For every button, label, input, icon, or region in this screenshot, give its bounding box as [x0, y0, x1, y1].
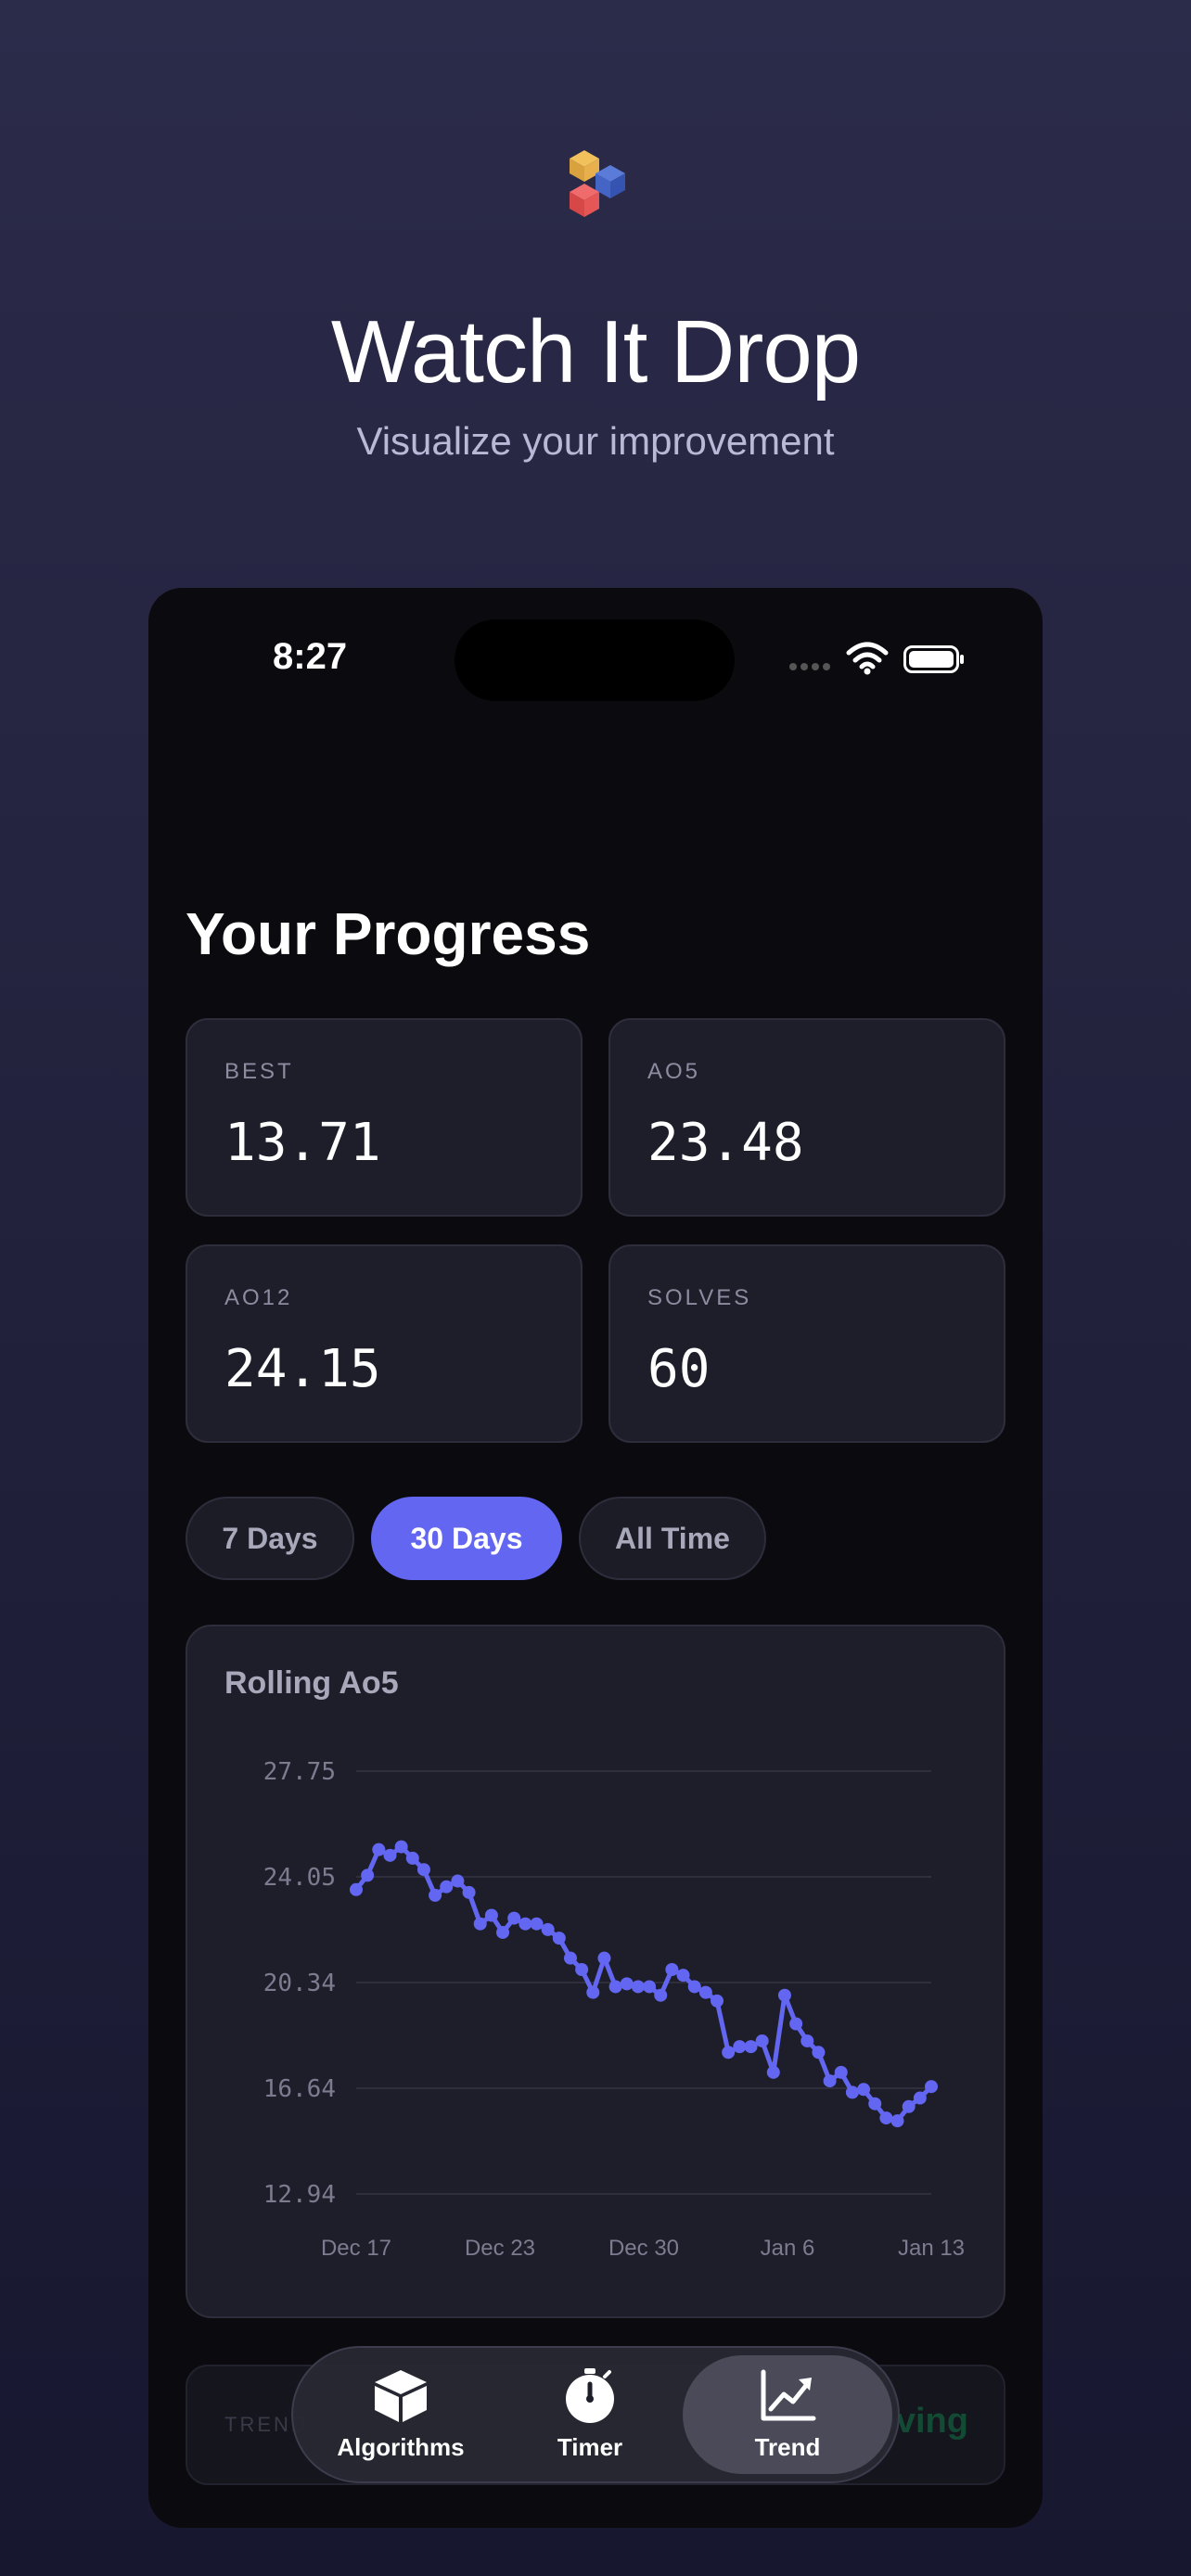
stat-label: SOLVES: [647, 1285, 752, 1310]
stat-card-best: BEST 13.71: [186, 1018, 583, 1217]
data-point: [890, 2114, 904, 2128]
data-point: [361, 1868, 375, 1882]
data-point: [687, 1980, 701, 1994]
data-point: [925, 2080, 938, 2094]
x-tick-label: Jan 13: [898, 2236, 965, 2261]
data-point: [575, 1962, 589, 1976]
data-point: [620, 1977, 634, 1991]
hero-title: Watch It Drop: [330, 302, 861, 402]
wifi-icon: [846, 642, 889, 675]
data-point: [394, 1840, 408, 1854]
rolling-ao5-chart-card: Rolling Ao5 27.75 24.05 20.34 16.64 12.94 Dec…: [186, 1625, 1005, 2318]
data-point: [462, 1885, 476, 1899]
data-point: [857, 2083, 871, 2097]
range-7-days-button[interactable]: 7 Days: [186, 1497, 354, 1580]
battery-icon: [903, 645, 964, 673]
data-point: [755, 2034, 769, 2047]
data-point: [541, 1922, 555, 1936]
tab-bar: Algorithms Timer Trend: [291, 2346, 900, 2483]
data-point: [507, 1911, 521, 1925]
x-tick-label: Dec 23: [465, 2236, 535, 2261]
data-point: [676, 1969, 690, 1983]
stat-value: 13.71: [224, 1113, 381, 1173]
cellular-signal-icon: [789, 663, 830, 670]
stat-value: 60: [647, 1339, 711, 1399]
stat-label: AO12: [224, 1285, 293, 1310]
data-point: [416, 1863, 430, 1877]
page-title: Your Progress: [186, 900, 591, 967]
tab-label: Timer: [557, 2432, 623, 2461]
range-all-time-button[interactable]: All Time: [579, 1497, 766, 1580]
stat-value: 24.15: [224, 1339, 381, 1399]
stat-value: 23.48: [647, 1113, 804, 1173]
data-point: [530, 1917, 544, 1931]
tab-label: Trend: [754, 2432, 821, 2461]
x-tick-label: Jan 6: [761, 2236, 815, 2261]
range-30-days-button[interactable]: 30 Days: [371, 1497, 562, 1580]
stat-card-solves: SOLVES 60: [608, 1244, 1005, 1443]
data-point: [608, 1980, 622, 1994]
app-logo-icon: [570, 150, 625, 217]
data-point: [698, 1985, 712, 1999]
rolling-ao5-chart: 27.75 24.05 20.34 16.64 12.94 Dec 17 Dec 23 Dec…: [263, 1758, 965, 2261]
x-tick-label: Dec 30: [608, 2236, 679, 2261]
data-point: [405, 1851, 419, 1865]
phone-frame: 8:27 Your Progress BEST 13.71 AO5 23.48 …: [148, 588, 1043, 2528]
data-point: [519, 1917, 532, 1931]
data-point: [563, 1951, 577, 1965]
data-point: [484, 1908, 498, 1922]
y-tick-label: 24.05: [263, 1864, 336, 1892]
data-point: [879, 2111, 893, 2125]
tab-timer[interactable]: Timer: [505, 2355, 675, 2474]
data-point: [350, 1882, 363, 1896]
y-tick-label: 16.64: [263, 2075, 336, 2103]
data-point: [800, 2034, 814, 2047]
stat-label: AO5: [647, 1059, 701, 1084]
data-point: [777, 1988, 791, 2002]
data-point: [711, 1994, 724, 2008]
status-time: 8:27: [273, 636, 348, 677]
cube-icon: [375, 2369, 427, 2422]
data-point: [451, 1874, 465, 1888]
data-point: [654, 1988, 668, 2002]
data-point: [789, 2017, 803, 2031]
data-point: [440, 1880, 454, 1894]
data-point: [631, 1980, 645, 1994]
data-point: [552, 1932, 566, 1945]
data-point: [496, 1925, 510, 1939]
data-point: [597, 1951, 611, 1965]
stat-card-ao12: AO12 24.15: [186, 1244, 583, 1443]
data-point: [473, 1917, 487, 1931]
data-point: [643, 1980, 657, 1994]
data-point: [586, 1985, 600, 1999]
y-tick-label: 20.34: [263, 1970, 336, 1997]
data-point: [733, 2040, 747, 2054]
data-point: [823, 2074, 837, 2088]
stat-card-ao5: AO5 23.48: [608, 1018, 1005, 1217]
data-point: [744, 2040, 758, 2054]
data-point: [383, 1848, 397, 1862]
dynamic-island: [455, 619, 735, 701]
data-point: [845, 2085, 859, 2099]
y-tick-label: 12.94: [263, 2181, 336, 2209]
tab-trend[interactable]: Trend: [683, 2355, 892, 2474]
data-point: [429, 1888, 442, 1902]
stat-label: BEST: [224, 1059, 294, 1084]
x-tick-label: Dec 17: [321, 2236, 391, 2261]
data-point: [868, 2097, 882, 2111]
data-point: [913, 2091, 927, 2105]
y-tick-label: 27.75: [263, 1758, 336, 1786]
data-point: [665, 1962, 679, 1976]
stopwatch-icon: [566, 2367, 614, 2423]
data-point: [722, 2046, 736, 2060]
data-point: [372, 1843, 386, 1856]
tab-label: Algorithms: [337, 2432, 465, 2461]
data-point: [902, 2099, 916, 2113]
trend-chart-icon: [761, 2369, 816, 2420]
data-point: [766, 2065, 780, 2079]
hero-subtitle: Visualize your improvement: [356, 419, 835, 463]
tab-algorithms[interactable]: Algorithms: [315, 2355, 486, 2474]
data-point: [834, 2065, 848, 2079]
data-point: [812, 2046, 826, 2060]
